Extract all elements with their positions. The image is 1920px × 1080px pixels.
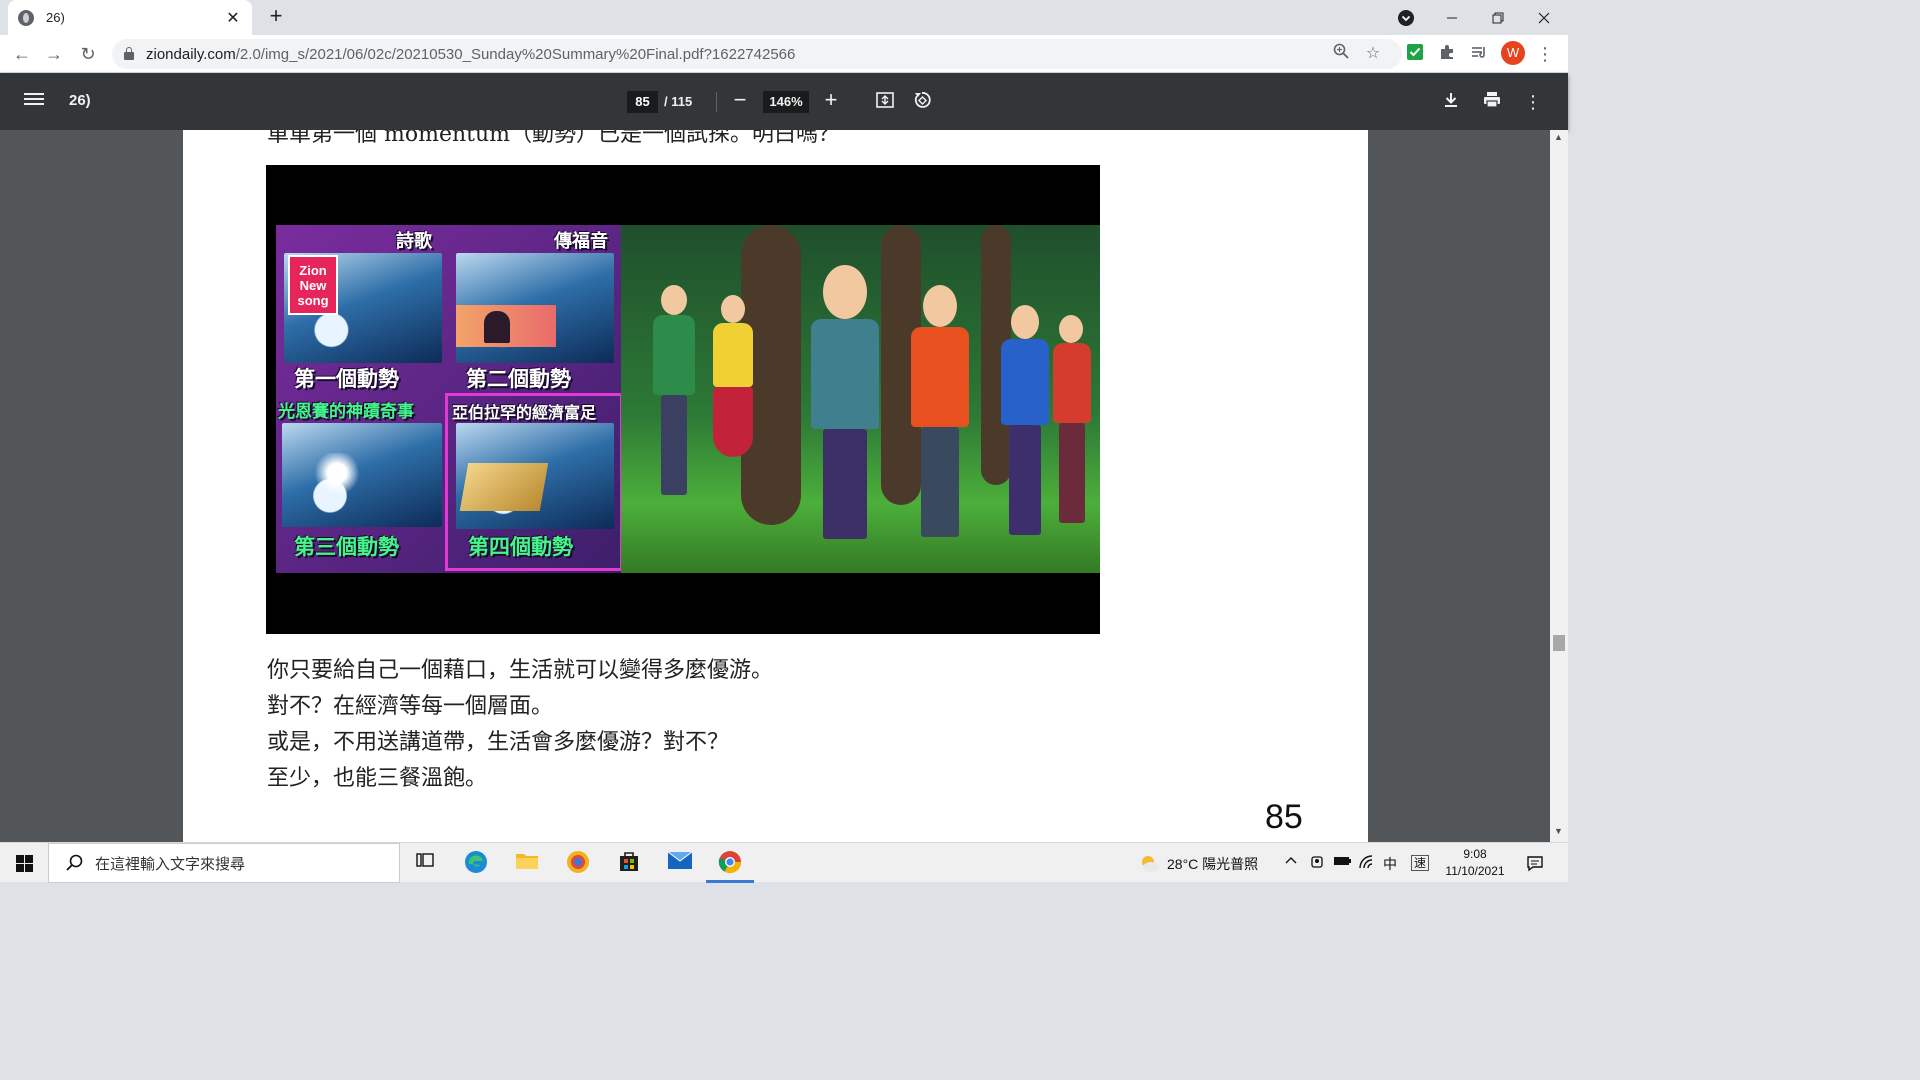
sermon-illustration: 詩歌 傳福音 Zion New song 第一個動勢 第二個動勢 光恩賽的神蹟奇…: [266, 165, 1100, 634]
vertical-scrollbar[interactable]: ▲ ▼: [1550, 130, 1568, 842]
zoom-in-button[interactable]: +: [819, 89, 843, 113]
wave-image: [456, 423, 614, 529]
chevron-down-circle-icon: [1398, 9, 1414, 26]
momentum-label-3: 第三個動勢: [294, 536, 399, 559]
momentum-label-1: 第一個動勢: [294, 368, 399, 391]
previous-text-line: 單單第一個 momentum（動勢）已是一個試探。明白嗎？: [267, 130, 841, 147]
fit-to-page-icon[interactable]: [873, 90, 897, 114]
download-icon[interactable]: [1439, 90, 1463, 114]
search-icon: [66, 854, 83, 871]
file-explorer-icon[interactable]: [512, 849, 542, 879]
system-clock[interactable]: 9:08 11/10/2021: [1438, 846, 1512, 880]
pdf-document-title: 26): [69, 92, 91, 109]
ime-language-indicator[interactable]: 中: [1383, 854, 1397, 874]
browser-tab[interactable]: 26) ✕: [8, 0, 252, 35]
forest-scene: [621, 225, 1100, 573]
toolbar-divider: [716, 92, 717, 112]
momentum-panel: 詩歌 傳福音 Zion New song 第一個動勢 第二個動勢 光恩賽的神蹟奇…: [276, 225, 623, 573]
store-icon[interactable]: [614, 849, 644, 879]
wave-image: [456, 253, 614, 363]
window-close-button[interactable]: [1522, 0, 1566, 35]
dove-image: [312, 453, 362, 493]
mail-icon[interactable]: [665, 849, 695, 879]
address-bar[interactable]: ziondaily.com/2.0/img_s/2021/06/02c/2021…: [112, 39, 1402, 69]
profile-avatar[interactable]: W: [1501, 41, 1525, 65]
praying-figure: [484, 311, 510, 343]
scroll-up-arrow-icon[interactable]: ▲: [1554, 132, 1563, 142]
tab-search-button[interactable]: [1394, 0, 1418, 35]
rotate-icon[interactable]: [910, 90, 934, 114]
wave-image: [282, 423, 442, 527]
search-placeholder: 在這裡輸入文字來搜尋: [95, 855, 246, 873]
weather-text[interactable]: 28°C 陽光普照: [1167, 854, 1258, 874]
reading-list-icon[interactable]: [1468, 43, 1490, 65]
caption-4: 亞伯拉罕的經濟富足: [452, 405, 597, 422]
extensions-puzzle-icon[interactable]: [1436, 43, 1458, 65]
paragraph-line: 你只要給自己一個藉口，生活就可以變得多麼優游。: [267, 658, 774, 683]
pdf-viewport[interactable]: 單單第一個 momentum（動勢）已是一個試探。明白嗎？ 詩歌 傳福音 Zio…: [0, 130, 1550, 842]
tile2-title: 傳福音: [554, 231, 608, 251]
tab-title: 26): [46, 10, 65, 25]
gold-bars-image: [459, 463, 549, 511]
more-options-icon[interactable]: ⋮: [1521, 90, 1545, 114]
new-tab-button[interactable]: +: [264, 5, 288, 29]
page-footer-number: 85: [1265, 798, 1303, 836]
zoom-out-button[interactable]: −: [728, 89, 752, 113]
zion-new-song-logo: Zion New song: [288, 255, 338, 315]
clock-time: 9:08: [1463, 847, 1487, 861]
page-total: / 115: [664, 94, 693, 109]
paragraph-line: 至少，也能三餐溫飽。: [267, 766, 488, 791]
hidden-icons-chevron-icon[interactable]: [1284, 854, 1298, 871]
tab-strip: 26) ✕ +: [0, 0, 1568, 35]
battery-icon[interactable]: [1333, 854, 1353, 871]
start-button[interactable]: [0, 843, 48, 883]
zoom-icon[interactable]: [1330, 43, 1352, 65]
chrome-icon[interactable]: [715, 849, 745, 879]
browser-menu-icon[interactable]: ⋮: [1534, 43, 1556, 65]
momentum-label-4: 第四個動勢: [468, 536, 573, 559]
minimize-button[interactable]: [1430, 0, 1474, 35]
momentum-label-2: 第二個動勢: [466, 368, 571, 391]
wifi-icon[interactable]: [1358, 854, 1376, 873]
illustration-art: 詩歌 傳福音 Zion New song 第一個動勢 第二個動勢 光恩賽的神蹟奇…: [276, 225, 1100, 573]
print-icon[interactable]: [1480, 90, 1504, 114]
ime-mode-indicator[interactable]: 速: [1411, 855, 1430, 871]
weather-icon[interactable]: [1138, 852, 1160, 877]
close-tab-icon[interactable]: ✕: [224, 8, 242, 28]
tile1-title: 詩歌: [396, 231, 432, 251]
windows-taskbar: 在這裡輸入文字來搜尋 28°C 陽光普照 中 速 9:08 11/10/2021: [0, 842, 1568, 883]
url-text: ziondaily.com/2.0/img_s/2021/06/02c/2021…: [146, 45, 796, 63]
bookmark-star-icon[interactable]: ☆: [1362, 43, 1384, 65]
page-number-input[interactable]: 85: [627, 91, 658, 113]
reload-button[interactable]: ↻: [76, 42, 100, 66]
scroll-down-arrow-icon[interactable]: ▼: [1554, 826, 1563, 836]
notification-center-icon[interactable]: [1526, 854, 1544, 875]
forward-button[interactable]: →: [42, 42, 66, 66]
edge-icon[interactable]: [461, 849, 491, 879]
browser-toolbar: ← → ↻ ziondaily.com/2.0/img_s/2021/06/02…: [0, 35, 1568, 73]
paragraph-line: 或是，不用送講道帶，生活會多麼優游？對不？: [267, 730, 730, 755]
app-circle-icon[interactable]: [563, 849, 593, 879]
active-app-indicator: [706, 880, 754, 883]
task-view-icon[interactable]: [410, 849, 440, 879]
lock-icon[interactable]: [124, 47, 134, 60]
paragraph-line: 對不？在經濟等每一個層面。: [267, 694, 554, 719]
clock-date: 11/10/2021: [1445, 864, 1505, 878]
extension-check-icon[interactable]: [1404, 43, 1426, 65]
caption-3: 光恩賽的神蹟奇事: [278, 402, 414, 421]
taskbar-search-box[interactable]: 在這裡輸入文字來搜尋: [48, 843, 400, 883]
pdf-toolbar: 26) 85 / 115 − 146% + ⋮: [0, 73, 1568, 130]
back-button[interactable]: ←: [10, 42, 34, 66]
body-text: 你只要給自己一個藉口，生活就可以變得多麼優游。 對不？在經濟等每一個層面。 或是…: [267, 653, 773, 797]
windows-logo-icon: [16, 855, 24, 863]
zoom-level-input[interactable]: 146%: [763, 91, 809, 113]
restore-button[interactable]: [1476, 0, 1520, 35]
pdf-page: 單單第一個 momentum（動勢）已是一個試探。明白嗎？ 詩歌 傳福音 Zio…: [183, 130, 1368, 842]
globe-icon: [18, 9, 34, 26]
meet-now-icon[interactable]: [1310, 854, 1326, 873]
hamburger-menu-icon[interactable]: [24, 90, 44, 110]
scrollbar-thumb[interactable]: [1553, 635, 1565, 651]
